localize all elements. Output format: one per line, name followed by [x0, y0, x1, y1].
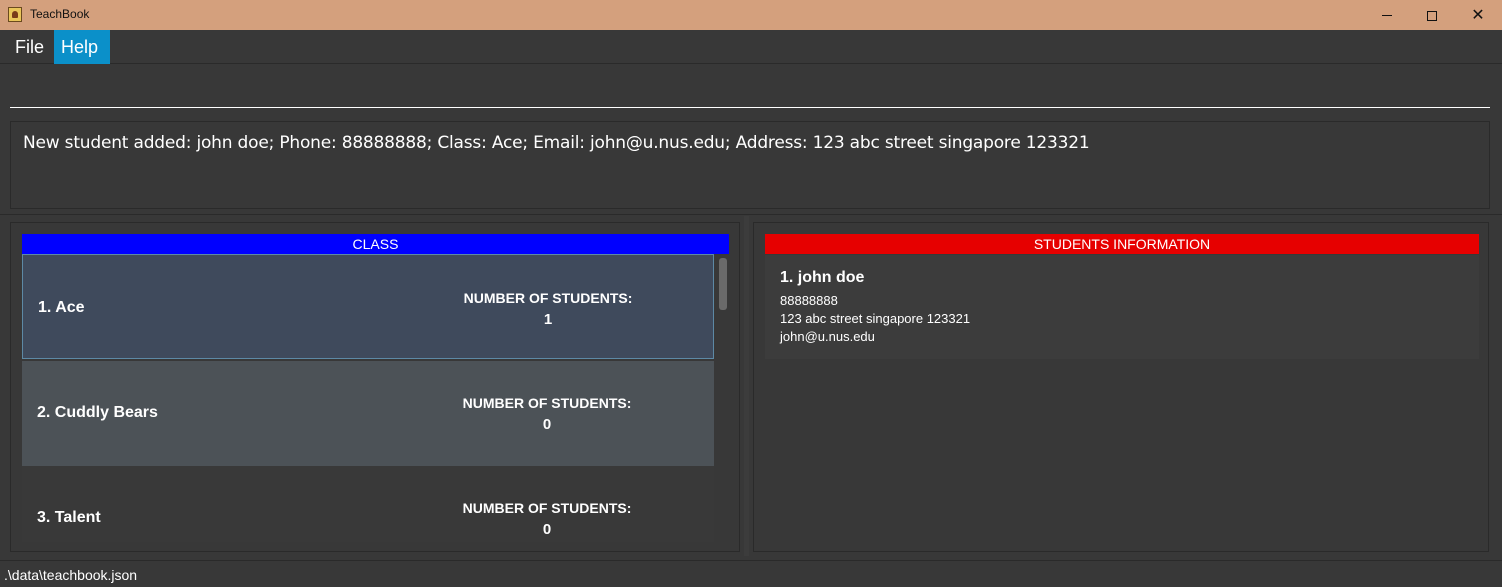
student-count-value: 0 — [542, 416, 552, 433]
class-card-cuddly-bears[interactable]: 2. Cuddly Bears NUMBER OF STUDENTS: 0 — [22, 361, 714, 466]
class-list[interactable]: 1. Ace NUMBER OF STUDENTS: 1 2. Cuddly B… — [22, 254, 729, 542]
maximize-icon — [1427, 10, 1437, 21]
student-count-value: 0 — [542, 521, 552, 538]
class-list-scrollbar[interactable] — [717, 254, 729, 542]
student-count-label: NUMBER OF STUDENTS: — [462, 500, 632, 516]
class-name: 1. Ace — [38, 299, 85, 316]
student-address: 123 abc street singapore 123321 — [780, 311, 971, 326]
scrollbar-thumb[interactable] — [719, 258, 727, 310]
minimize-icon — [1382, 15, 1392, 16]
minimize-button[interactable] — [1364, 0, 1410, 30]
result-message: New student added: john doe; Phone: 8888… — [23, 133, 1090, 153]
student-phone: 88888888 — [780, 293, 838, 308]
status-bar: .\data\teachbook.json — [0, 560, 1502, 587]
class-panel: CLASS 1. Ace NUMBER OF STUDENTS: 1 2. Cu… — [10, 222, 740, 552]
title-bar: TeachBook ✕ — [0, 0, 1502, 30]
close-button[interactable]: ✕ — [1455, 0, 1501, 30]
menu-bar: File Help — [0, 30, 1502, 64]
student-name: 1. john doe — [780, 269, 865, 286]
close-icon: ✕ — [1471, 5, 1485, 24]
student-count-label: NUMBER OF STUDENTS: — [463, 290, 633, 306]
menu-help[interactable]: Help — [54, 30, 110, 64]
student-count-label: NUMBER OF STUDENTS: — [462, 395, 632, 411]
window-title: TeachBook — [30, 7, 90, 21]
app-icon — [8, 7, 22, 22]
class-panel-header: CLASS — [22, 234, 729, 254]
command-box — [0, 65, 1502, 115]
class-card-talent[interactable]: 3. Talent NUMBER OF STUDENTS: 0 — [22, 466, 714, 542]
student-count-value: 1 — [543, 311, 553, 328]
split-pane-divider[interactable] — [744, 216, 749, 556]
save-location: .\data\teachbook.json — [4, 567, 138, 583]
class-name: 2. Cuddly Bears — [37, 404, 158, 421]
menu-file[interactable]: File — [8, 30, 51, 64]
student-card[interactable]: 1. john doe 88888888 123 abc street sing… — [765, 255, 1479, 359]
command-input[interactable] — [10, 65, 1490, 108]
maximize-button[interactable] — [1409, 0, 1455, 30]
result-display: New student added: john doe; Phone: 8888… — [10, 121, 1490, 209]
student-panel-header: STUDENTS INFORMATION — [765, 234, 1479, 254]
divider — [0, 214, 1502, 215]
class-name: 3. Talent — [37, 509, 101, 526]
student-email: john@u.nus.edu — [780, 329, 875, 344]
student-panel: STUDENTS INFORMATION 1. john doe 8888888… — [753, 222, 1489, 552]
class-card-ace[interactable]: 1. Ace NUMBER OF STUDENTS: 1 — [22, 254, 714, 359]
